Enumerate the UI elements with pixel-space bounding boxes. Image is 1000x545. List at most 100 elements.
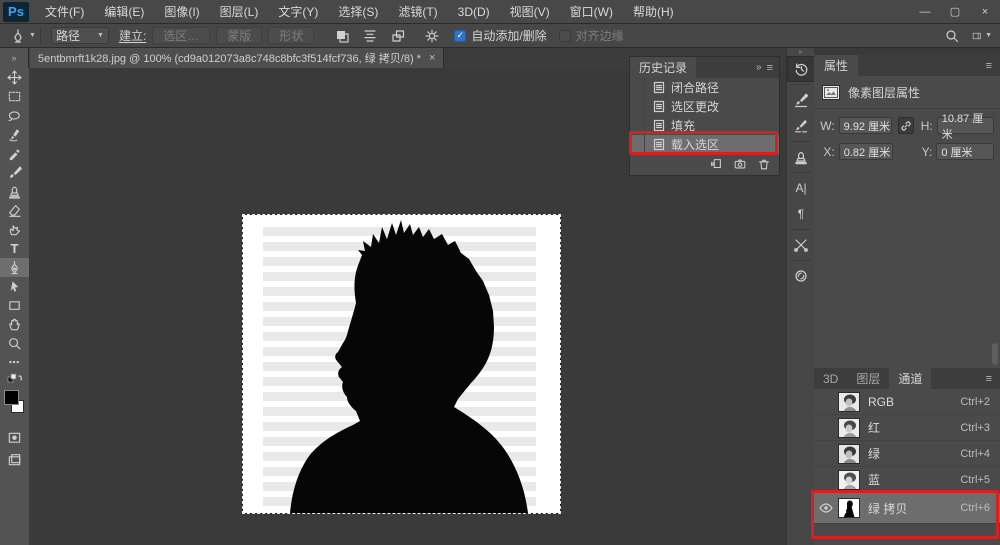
hand-tool[interactable] (0, 315, 29, 334)
zoom-tool[interactable] (0, 334, 29, 353)
quick-selection-tool[interactable] (0, 125, 29, 144)
path-operations-icon[interactable] (332, 26, 352, 46)
make-shape-button[interactable]: 形状 (268, 27, 314, 44)
x-field[interactable]: 0.82 厘米 (839, 143, 893, 160)
pen-tool[interactable] (0, 258, 29, 277)
brush-tool[interactable] (0, 163, 29, 182)
channel-row-green-copy[interactable]: 绿 拷贝 Ctrl+6 (814, 493, 1000, 524)
history-source-checkbox[interactable] (630, 116, 645, 135)
panel-scrollbar[interactable] (992, 343, 998, 365)
menu-edit[interactable]: 编辑(E) (94, 0, 154, 24)
properties-tab-bar: 属性 ≡ (814, 55, 1000, 76)
history-source-checkbox[interactable] (630, 97, 645, 116)
properties-tab[interactable]: 属性 (814, 55, 858, 76)
type-tool[interactable]: T (0, 239, 29, 258)
tool-presets-panel-icon[interactable] (787, 232, 815, 258)
rectangle-tool[interactable] (0, 296, 29, 315)
lasso-tool[interactable] (0, 106, 29, 125)
path-selection-tool[interactable] (0, 277, 29, 296)
menu-window[interactable]: 窗口(W) (560, 0, 623, 24)
brushes-panel-icon[interactable] (787, 113, 815, 139)
smudge-tool[interactable] (0, 220, 29, 239)
history-tab[interactable]: 历史记录 (630, 57, 696, 78)
edit-toolbar-button[interactable]: ⋯ (0, 353, 29, 372)
chevron-down-icon: ▼ (97, 32, 104, 39)
character-panel-icon[interactable]: A| (787, 175, 815, 201)
path-alignment-icon[interactable] (360, 26, 380, 46)
foreground-color-swatch[interactable] (4, 390, 19, 405)
menu-3d[interactable]: 3D(D) (448, 0, 500, 24)
auto-add-delete-checkbox[interactable]: ✓ 自动添加/删除 (454, 27, 546, 44)
foreground-background-swatches[interactable] (0, 388, 29, 420)
workspace-switcher-icon[interactable]: ▼ (972, 26, 992, 46)
make-selection-button[interactable]: 选区… (152, 27, 210, 44)
properties-panel: 像素图层属性 W: 9.92 厘米 H: 10.87 厘米 X: 0.82 厘米… (814, 76, 1000, 368)
menu-file[interactable]: 文件(F) (35, 0, 94, 24)
new-snapshot-icon[interactable] (733, 157, 747, 171)
collapse-panel-icon[interactable]: » (753, 62, 765, 73)
channel-row-rgb[interactable]: RGB Ctrl+2 (814, 389, 1000, 415)
history-state-icon (653, 81, 665, 94)
close-button[interactable]: × (970, 0, 1000, 24)
height-field[interactable]: 10.87 厘米 (937, 117, 994, 134)
menu-filter[interactable]: 滤镜(T) (388, 0, 447, 24)
menu-image[interactable]: 图像(I) (154, 0, 209, 24)
gear-icon[interactable] (422, 26, 442, 46)
path-arrangement-icon[interactable] (388, 26, 408, 46)
paragraph-panel-icon[interactable]: ¶ (787, 201, 815, 227)
menu-select[interactable]: 选择(S) (328, 0, 388, 24)
history-item-close-path[interactable]: 闭合路径 (630, 78, 779, 97)
tool-mode-select[interactable]: 路径 ▼ (51, 27, 109, 44)
tool-preset-picker[interactable]: ▼ (0, 27, 41, 45)
clone-source-panel-icon[interactable] (787, 144, 815, 170)
document-tab[interactable]: 5entbmrft1k28.jpg @ 100% (cd9a012073a8c7… (30, 48, 444, 68)
history-item-label: 填充 (671, 117, 695, 134)
delete-state-icon[interactable] (757, 157, 771, 171)
new-document-from-state-icon[interactable] (709, 157, 723, 171)
tools-collapse-toggle[interactable]: » (0, 48, 29, 68)
brush-settings-panel-icon[interactable] (787, 87, 815, 113)
channel-row-green[interactable]: 绿 Ctrl+4 (814, 441, 1000, 467)
panel-menu-icon[interactable]: ≡ (986, 373, 1000, 385)
menu-layer[interactable]: 图层(L) (210, 0, 269, 24)
history-source-checkbox[interactable] (630, 78, 645, 97)
history-item-load-selection[interactable]: 载入选区 (630, 135, 779, 154)
tab-3d[interactable]: 3D (814, 368, 847, 389)
navigator-panel-icon[interactable] (787, 263, 815, 289)
minimize-button[interactable]: — (910, 0, 940, 24)
quick-mask-button[interactable] (0, 428, 29, 447)
expand-dock-icon[interactable]: » (787, 48, 814, 56)
history-item-fill[interactable]: 填充 (630, 116, 779, 135)
tab-channels[interactable]: 通道 (889, 368, 931, 389)
menu-help[interactable]: 帮助(H) (623, 0, 684, 24)
history-item-selection-change[interactable]: 选区更改 (630, 97, 779, 116)
eyedropper-tool[interactable] (0, 144, 29, 163)
move-tool[interactable] (0, 68, 29, 87)
link-dimensions-icon[interactable] (898, 117, 914, 134)
channel-row-red[interactable]: 红 Ctrl+3 (814, 415, 1000, 441)
y-field[interactable]: 0 厘米 (936, 143, 994, 160)
menu-view[interactable]: 视图(V) (500, 0, 560, 24)
make-mask-button[interactable]: 蒙版 (216, 27, 262, 44)
document-image[interactable] (243, 215, 560, 513)
rectangular-marquee-tool[interactable] (0, 87, 29, 106)
eraser-tool[interactable] (0, 201, 29, 220)
history-item-label: 闭合路径 (671, 79, 719, 96)
channel-row-blue[interactable]: 蓝 Ctrl+5 (814, 467, 1000, 493)
panel-menu-icon[interactable]: ≡ (986, 60, 1000, 72)
clone-stamp-tool[interactable] (0, 182, 29, 201)
search-icon[interactable] (942, 26, 962, 46)
chevron-down-icon: ▼ (29, 32, 36, 39)
maximize-button[interactable]: ▢ (940, 0, 970, 24)
tab-close-icon[interactable]: × (429, 52, 435, 64)
panel-menu-icon[interactable]: ≡ (765, 62, 779, 74)
width-field[interactable]: 9.92 厘米 (839, 117, 893, 134)
head-silhouette (243, 215, 560, 513)
screen-mode-button[interactable] (0, 451, 29, 470)
menu-type[interactable]: 文字(Y) (268, 0, 328, 24)
history-panel-icon[interactable] (787, 56, 815, 82)
default-swap-colors[interactable] (0, 372, 29, 386)
history-source-checkbox[interactable] (630, 135, 645, 154)
tab-layers[interactable]: 图层 (847, 368, 889, 389)
visibility-eye-icon[interactable] (814, 503, 838, 513)
